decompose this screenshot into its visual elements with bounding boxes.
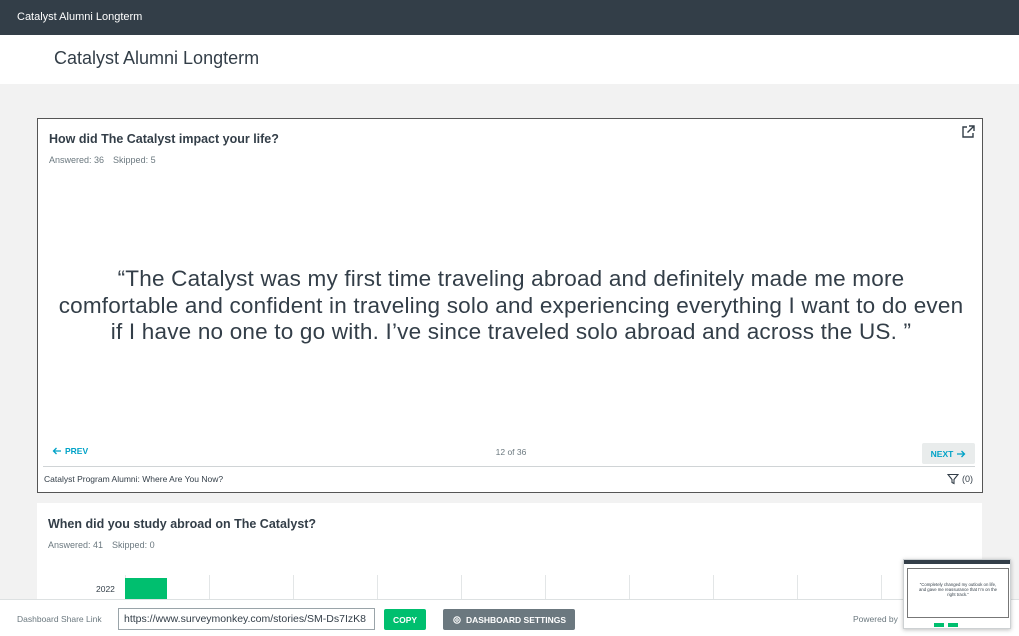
dashboard-settings-label: DASHBOARD SETTINGS [465, 614, 567, 625]
filter-count: (0) [962, 474, 973, 484]
page-title: Catalyst Alumni Longterm [54, 48, 260, 68]
next-label: NEXT [930, 448, 954, 459]
thumbnail-quote: “Completely changed my outlook on life, … [918, 582, 998, 597]
question-card-quote: How did The Catalyst impact your life? A… [37, 118, 983, 493]
chart-category-label: 2022 [96, 584, 115, 594]
share-link-input[interactable] [118, 608, 375, 630]
filter-button[interactable]: (0) [947, 473, 973, 485]
external-link-icon[interactable] [960, 124, 976, 140]
thumbnail-bar [948, 623, 958, 627]
gear-icon [453, 615, 461, 624]
next-button[interactable]: NEXT [922, 443, 975, 464]
answered-count: Answered: 36 [49, 155, 105, 165]
question-stats: Answered: 36 Skipped: 5 [49, 155, 156, 165]
response-quote: “The Catalyst was my first time travelin… [58, 266, 964, 344]
question-stats: Answered: 41 Skipped: 0 [48, 540, 155, 550]
share-bar: Dashboard Share Link COPY DASHBOARD SETT… [0, 599, 1019, 636]
thumbnail-bar [934, 623, 944, 627]
skipped-count: Skipped: 5 [113, 155, 156, 165]
arrow-right-icon [957, 450, 966, 457]
dashboard-settings-button[interactable]: DASHBOARD SETTINGS [443, 609, 575, 630]
question-card-chart: When did you study abroad on The Catalys… [37, 503, 982, 603]
question-title: How did The Catalyst impact your life? [49, 132, 279, 146]
filter-icon [947, 473, 959, 485]
dashboard-thumbnail[interactable]: “Completely changed my outlook on life, … [903, 559, 1011, 629]
app-name: Catalyst Alumni Longterm [17, 11, 143, 23]
copy-button[interactable]: COPY [384, 609, 426, 630]
answered-count: Answered: 41 [48, 540, 104, 550]
title-bar: Catalyst Alumni Longterm [0, 35, 1019, 84]
survey-name: Catalyst Program Alumni: Where Are You N… [44, 474, 224, 484]
question-title: When did you study abroad on The Catalys… [48, 517, 317, 531]
powered-by-label: Powered by [853, 614, 898, 624]
share-link-label: Dashboard Share Link [17, 614, 102, 624]
skipped-count: Skipped: 0 [112, 540, 155, 550]
pager-indicator: 12 of 36 [495, 447, 527, 457]
app-header-bar: Catalyst Alumni Longterm [0, 0, 1019, 35]
thumbnail-header [904, 560, 1010, 564]
divider [43, 466, 975, 467]
